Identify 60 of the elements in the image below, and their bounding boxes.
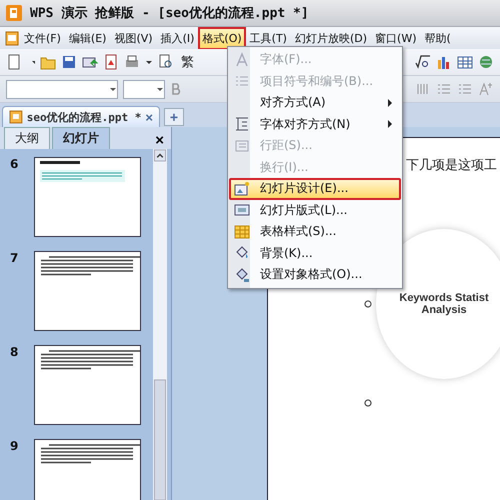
slide-thumbnail[interactable] — [34, 345, 141, 425]
line-spacing-icon — [234, 138, 250, 154]
printer-icon[interactable] — [124, 54, 140, 70]
slide-number: 8 — [10, 345, 20, 359]
bullet-icon — [364, 300, 372, 308]
menu-item[interactable]: 设置对象格式(O)... — [229, 264, 401, 286]
new-file-icon[interactable] — [6, 54, 22, 70]
new-tab-button[interactable]: + — [164, 108, 184, 126]
menu-item[interactable]: 文件(F) — [20, 27, 65, 49]
close-panel-button[interactable]: × — [152, 132, 167, 149]
slide-number: 7 — [10, 251, 20, 265]
menu-item[interactable]: 格式(O) — [198, 27, 246, 49]
menu-item[interactable]: 编辑(E) — [64, 27, 110, 49]
print-preview-icon[interactable] — [158, 54, 174, 70]
bar-chart-icon[interactable] — [436, 54, 452, 70]
menu-item[interactable]: 表格样式(S)... — [229, 221, 401, 242]
globe-icon[interactable] — [478, 54, 494, 70]
close-tab-button[interactable]: × — [145, 110, 153, 124]
caret-icon — [109, 85, 117, 93]
menu-item[interactable]: 视图(V) — [110, 27, 157, 49]
slide-design-icon — [234, 180, 250, 197]
font-icon — [234, 52, 250, 68]
menu-item[interactable]: 幻灯片版式(L)... — [229, 200, 401, 221]
document-icon — [4, 30, 20, 46]
submenu-arrow-icon — [387, 120, 393, 128]
menu-item[interactable]: 对齐方式(A) — [229, 92, 401, 114]
slide-thumbnail[interactable] — [34, 157, 141, 237]
slide-thumbnail[interactable] — [34, 251, 141, 331]
caret-icon — [156, 85, 164, 93]
table-icon[interactable] — [457, 54, 473, 70]
slide-text: 下几项是这项工 — [406, 157, 497, 174]
slide-number: 6 — [10, 157, 20, 171]
menu-item[interactable]: 字体对齐方式(N) — [229, 114, 401, 135]
menu-item[interactable]: 幻灯片设计(E)... — [229, 178, 401, 200]
app-logo-icon — [6, 5, 22, 21]
document-tab-title: seo优化的流程.ppt * — [26, 110, 142, 124]
circle-title: Keywords Statist — [399, 292, 489, 304]
panel-tab[interactable]: 幻灯片 — [52, 127, 110, 149]
table-icon — [234, 224, 250, 240]
slide-number: 9 — [10, 439, 20, 453]
panel-tab[interactable]: 大纲 — [4, 127, 50, 149]
menu-item[interactable]: 插入(I) — [156, 27, 198, 49]
menu-item[interactable]: 幻灯片放映(D) — [290, 27, 372, 49]
export-pdf-icon[interactable] — [103, 54, 119, 70]
document-icon — [9, 110, 23, 124]
submenu-arrow-icon — [387, 98, 393, 107]
slide-layout-icon — [234, 202, 250, 218]
bullet-icon — [364, 399, 372, 407]
save-icon[interactable] — [61, 54, 77, 70]
document-tab[interactable]: seo优化的流程.ppt * × — [2, 106, 160, 127]
slide-thumbnail[interactable] — [34, 439, 141, 500]
menu-item[interactable]: 背景(K)... — [229, 242, 401, 264]
circle-subtitle: Analysis — [421, 304, 467, 316]
menu-item[interactable]: 帮助( — [420, 27, 455, 49]
window-title: WPS 演示 抢鲜版 - [seo优化的流程.ppt *] — [30, 4, 309, 22]
text-align-icon — [234, 116, 250, 132]
menu-item[interactable]: 工具(T) — [246, 27, 291, 49]
formula-icon[interactable] — [415, 54, 431, 70]
menu-item[interactable]: 窗口(W) — [371, 27, 420, 49]
traditional-chinese-button[interactable]: 繁 — [179, 53, 196, 71]
